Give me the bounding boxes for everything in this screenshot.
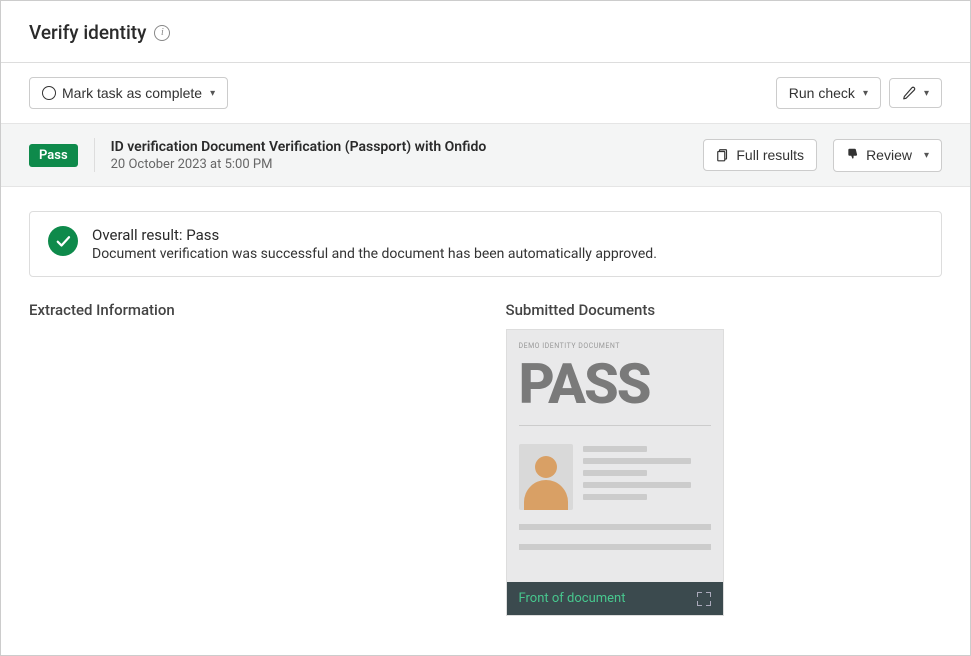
check-title: ID verification Document Verification (P… xyxy=(111,139,487,155)
document-card[interactable]: DEMO IDENTITY DOCUMENT PASS xyxy=(506,329,724,616)
actions-bar: Mark task as complete ▾ Run check ▾ ▾ xyxy=(1,63,970,123)
chevron-down-icon: ▾ xyxy=(924,88,929,99)
document-image: DEMO IDENTITY DOCUMENT PASS xyxy=(507,330,723,582)
placeholder-lines xyxy=(583,444,711,510)
document-sample-label: DEMO IDENTITY DOCUMENT xyxy=(519,342,711,350)
status-badge: Pass xyxy=(29,144,78,167)
columns: Extracted Information Submitted Document… xyxy=(29,301,942,616)
result-callout: Overall result: Pass Document verificati… xyxy=(29,211,942,277)
vertical-divider xyxy=(94,138,95,172)
mark-complete-label: Mark task as complete xyxy=(62,85,202,101)
submitted-docs-heading: Submitted Documents xyxy=(506,301,943,319)
placeholder-line xyxy=(519,544,711,550)
placeholder-line xyxy=(519,524,711,530)
info-icon[interactable]: i xyxy=(154,25,170,41)
id-section xyxy=(519,444,711,510)
review-label: Review xyxy=(866,147,912,163)
thumb-down-icon xyxy=(846,147,860,164)
chevron-down-icon: ▾ xyxy=(924,150,929,161)
chevron-down-icon: ▾ xyxy=(863,88,868,99)
document-big-text: PASS xyxy=(519,358,711,411)
expand-icon[interactable] xyxy=(697,592,711,606)
document-caption-bar: Front of document xyxy=(507,582,723,615)
run-check-button[interactable]: Run check ▾ xyxy=(776,77,881,109)
review-button[interactable]: Review ▾ xyxy=(833,139,942,172)
submitted-docs-column: Submitted Documents DEMO IDENTITY DOCUME… xyxy=(506,301,943,616)
circle-empty-icon xyxy=(42,86,56,100)
document-caption: Front of document xyxy=(519,591,626,606)
check-circle-icon xyxy=(48,226,78,256)
result-description: Document verification was successful and… xyxy=(92,246,657,262)
extracted-info-column: Extracted Information xyxy=(29,301,466,616)
run-check-label: Run check xyxy=(789,85,855,101)
avatar xyxy=(519,444,573,510)
full-results-button[interactable]: Full results xyxy=(703,139,817,171)
check-timestamp: 20 October 2023 at 5:00 PM xyxy=(111,157,487,172)
full-results-label: Full results xyxy=(736,147,804,163)
edit-button[interactable]: ▾ xyxy=(889,78,942,108)
divider xyxy=(519,425,711,426)
content-area: Overall result: Pass Document verificati… xyxy=(1,187,970,640)
page-title: Verify identity xyxy=(29,21,146,44)
chevron-down-icon: ▾ xyxy=(210,88,215,99)
check-summary-row: Pass ID verification Document Verificati… xyxy=(1,123,970,187)
extracted-info-heading: Extracted Information xyxy=(29,301,466,319)
document-icon xyxy=(716,148,730,162)
summary-text: ID verification Document Verification (P… xyxy=(111,139,487,172)
mark-complete-button[interactable]: Mark task as complete ▾ xyxy=(29,77,228,109)
result-text: Overall result: Pass Document verificati… xyxy=(92,226,657,262)
page-header: Verify identity i xyxy=(1,1,970,63)
pencil-icon xyxy=(902,86,916,100)
result-heading: Overall result: Pass xyxy=(92,226,657,244)
